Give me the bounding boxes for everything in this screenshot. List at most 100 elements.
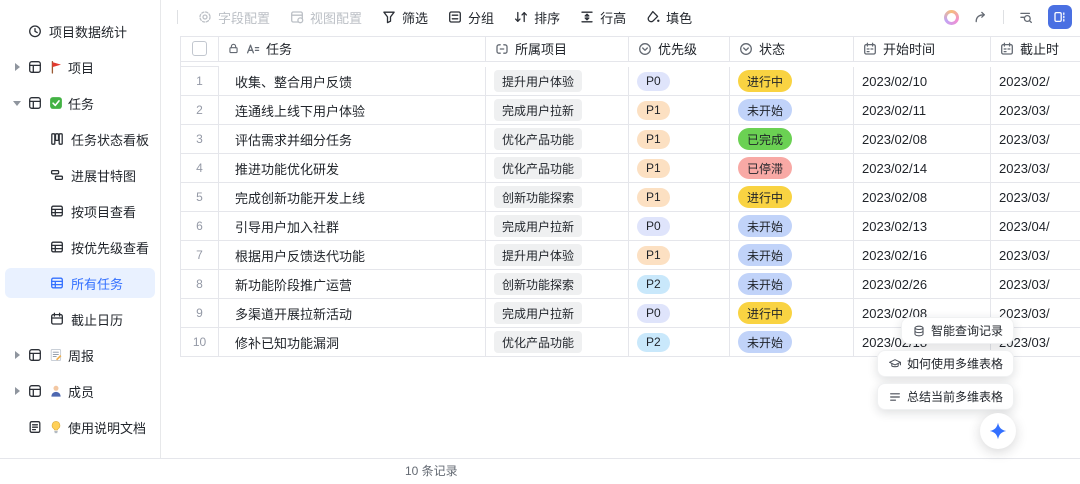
sidebar-item-progress-gantt[interactable]: 进展甘特图: [5, 160, 155, 190]
status-cell[interactable]: 未开始: [730, 328, 854, 357]
column-header-priority[interactable]: 优先级: [629, 37, 730, 62]
end-date-cell[interactable]: 2023/03/: [991, 125, 1080, 154]
priority-cell[interactable]: P0: [629, 67, 730, 96]
priority-cell[interactable]: P0: [629, 212, 730, 241]
status-cell[interactable]: 已停滞: [730, 154, 854, 183]
project-cell[interactable]: 创新功能探索: [486, 270, 629, 299]
toolbar-group-button[interactable]: 分组: [447, 8, 494, 27]
project-cell[interactable]: 创新功能探索: [486, 183, 629, 212]
task-cell[interactable]: 连通线上线下用户体验: [219, 96, 486, 125]
end-date-cell[interactable]: 2023/03/: [991, 96, 1080, 125]
start-date-cell[interactable]: 2023/02/13: [854, 212, 991, 241]
priority-cell[interactable]: P1: [629, 96, 730, 125]
project-cell[interactable]: 提升用户体验: [486, 67, 629, 96]
column-header-start-date[interactable]: 开始时间: [854, 37, 991, 62]
start-date-cell[interactable]: 2023/02/26: [854, 270, 991, 299]
gradient-ring-icon[interactable]: [944, 10, 959, 25]
end-date-cell[interactable]: 2023/03/: [991, 154, 1080, 183]
sidebar-item-tasks[interactable]: 任务: [5, 88, 155, 118]
sidebar-item-project-data-stats[interactable]: 项目数据统计: [5, 16, 155, 46]
status-cell[interactable]: 未开始: [730, 241, 854, 270]
row-number[interactable]: 9: [181, 299, 219, 328]
start-date-cell[interactable]: 2023/02/16: [854, 241, 991, 270]
sidebar-item-task-status-board[interactable]: 任务状态看板: [5, 124, 155, 154]
priority-cell[interactable]: P2: [629, 270, 730, 299]
float-button-how-to-use[interactable]: 如何使用多维表格: [877, 350, 1014, 377]
chevron-right-icon[interactable]: [7, 387, 27, 395]
project-cell[interactable]: 优化产品功能: [486, 154, 629, 183]
row-number[interactable]: 4: [181, 154, 219, 183]
task-cell[interactable]: 新功能阶段推广运营: [219, 270, 486, 299]
status-cell[interactable]: 进行中: [730, 67, 854, 96]
sidebar-item-members[interactable]: 成员: [5, 376, 155, 406]
column-header-project[interactable]: 所属项目: [486, 37, 629, 62]
row-number[interactable]: 8: [181, 270, 219, 299]
chevron-down-icon[interactable]: [7, 101, 27, 106]
float-button-smart-query[interactable]: 智能查询记录: [901, 317, 1014, 344]
toolbar-sort-button[interactable]: 排序: [513, 8, 560, 27]
task-cell[interactable]: 引导用户加入社群: [219, 212, 486, 241]
float-button-summarize[interactable]: 总结当前多维表格: [877, 383, 1014, 410]
project-cell[interactable]: 优化产品功能: [486, 125, 629, 154]
task-cell[interactable]: 完成创新功能开发上线: [219, 183, 486, 212]
sidebar-item-projects[interactable]: 项目: [5, 52, 155, 82]
row-number[interactable]: 5: [181, 183, 219, 212]
priority-cell[interactable]: P1: [629, 125, 730, 154]
project-cell[interactable]: 完成用户拉新: [486, 96, 629, 125]
row-number[interactable]: 1: [181, 67, 219, 96]
share-icon[interactable]: [973, 9, 989, 25]
priority-cell[interactable]: P1: [629, 241, 730, 270]
task-cell[interactable]: 收集、整合用户反馈: [219, 67, 486, 96]
priority-cell[interactable]: P1: [629, 183, 730, 212]
priority-cell[interactable]: P2: [629, 328, 730, 357]
priority-cell[interactable]: P0: [629, 299, 730, 328]
chevron-right-icon[interactable]: [7, 351, 27, 359]
start-date-cell[interactable]: 2023/02/14: [854, 154, 991, 183]
task-cell[interactable]: 修补已知功能漏洞: [219, 328, 486, 357]
sidebar-toggle-button[interactable]: [1048, 5, 1072, 29]
column-header-status[interactable]: 状态: [730, 37, 854, 62]
project-cell[interactable]: 提升用户体验: [486, 241, 629, 270]
project-cell[interactable]: 完成用户拉新: [486, 299, 629, 328]
start-date-cell[interactable]: 2023/02/08: [854, 183, 991, 212]
task-cell[interactable]: 评估需求并细分任务: [219, 125, 486, 154]
end-date-cell[interactable]: 2023/04/: [991, 212, 1080, 241]
start-date-cell[interactable]: 2023/02/11: [854, 96, 991, 125]
status-cell[interactable]: 进行中: [730, 183, 854, 212]
end-date-cell[interactable]: 2023/03/: [991, 241, 1080, 270]
toolbar-row-height-button[interactable]: 行高: [579, 8, 626, 27]
row-number[interactable]: 3: [181, 125, 219, 154]
row-number[interactable]: 10: [181, 328, 219, 357]
priority-cell[interactable]: P1: [629, 154, 730, 183]
toolbar-fill-color-button[interactable]: 填色: [645, 8, 692, 27]
project-cell[interactable]: 优化产品功能: [486, 328, 629, 357]
search-records-icon[interactable]: [1018, 9, 1034, 25]
project-cell[interactable]: 完成用户拉新: [486, 212, 629, 241]
sidebar-item-by-priority[interactable]: 按优先级查看: [5, 232, 155, 262]
end-date-cell[interactable]: 2023/02/: [991, 67, 1080, 96]
task-cell[interactable]: 根据用户反馈迭代功能: [219, 241, 486, 270]
row-number[interactable]: 6: [181, 212, 219, 241]
sidebar-item-all-tasks[interactable]: 所有任务: [5, 268, 155, 298]
sidebar-item-deadline-calendar[interactable]: 截止日历: [5, 304, 155, 334]
chevron-right-icon[interactable]: [7, 63, 27, 71]
toolbar-filter-button[interactable]: 筛选: [381, 8, 428, 27]
row-number[interactable]: 7: [181, 241, 219, 270]
sidebar-item-weekly-report[interactable]: 周报: [5, 340, 155, 370]
sidebar-item-by-project[interactable]: 按项目查看: [5, 196, 155, 226]
select-all-checkbox[interactable]: [192, 41, 207, 56]
status-cell[interactable]: 未开始: [730, 96, 854, 125]
ai-assistant-button[interactable]: [980, 413, 1016, 449]
start-date-cell[interactable]: 2023/02/08: [854, 125, 991, 154]
sidebar-item-usage-doc[interactable]: 使用说明文档: [5, 412, 155, 442]
row-number[interactable]: 2: [181, 96, 219, 125]
column-header-end-date[interactable]: 截止时: [991, 37, 1080, 62]
end-date-cell[interactable]: 2023/03/: [991, 183, 1080, 212]
status-cell[interactable]: 未开始: [730, 212, 854, 241]
select-all-cell[interactable]: [181, 37, 219, 62]
task-cell[interactable]: 多渠道开展拉新活动: [219, 299, 486, 328]
task-cell[interactable]: 推进功能优化研发: [219, 154, 486, 183]
status-cell[interactable]: 未开始: [730, 270, 854, 299]
column-header-task[interactable]: 任务: [219, 37, 486, 62]
status-cell[interactable]: 进行中: [730, 299, 854, 328]
